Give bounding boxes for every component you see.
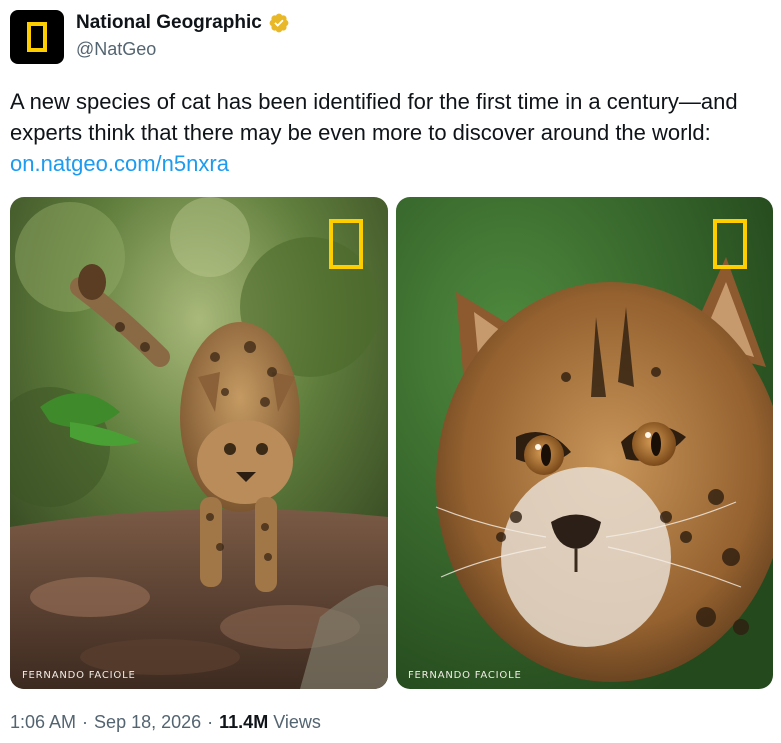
- national-geographic-watermark-icon: [329, 219, 363, 269]
- verified-badge-icon[interactable]: [268, 12, 290, 34]
- tweet-time[interactable]: 1:06 AM: [10, 712, 76, 733]
- views-count[interactable]: 11.4M: [219, 712, 268, 733]
- wild-cat-closeup-image: [396, 197, 773, 689]
- media-photo-1[interactable]: FERNANDO FACIOLE: [10, 197, 388, 689]
- tweet-date[interactable]: Sep 18, 2026: [94, 712, 201, 733]
- tweet-body: A new species of cat has been identified…: [10, 89, 738, 145]
- tweet-meta: 1:06 AM · Sep 18, 2026 · 11.4M Views: [10, 712, 321, 733]
- national-geographic-watermark-icon: [713, 219, 747, 269]
- author-handle[interactable]: @NatGeo: [76, 39, 156, 60]
- avatar[interactable]: [10, 10, 64, 64]
- views-label: Views: [268, 712, 321, 733]
- author-name-row: National Geographic: [76, 12, 290, 34]
- media-photo-2[interactable]: FERNANDO FACIOLE: [396, 197, 773, 689]
- tweet-link[interactable]: on.natgeo.com/n5nxra: [10, 151, 229, 176]
- tweet-card: National Geographic @NatGeo A new specie…: [0, 0, 781, 743]
- author-display-name[interactable]: National Geographic: [76, 12, 262, 34]
- wild-cat-walking-image: [10, 197, 388, 689]
- views-label-text: Views: [273, 712, 321, 732]
- meta-separator: ·: [207, 712, 214, 732]
- photo-credit: FERNANDO FACIOLE: [22, 670, 136, 681]
- national-geographic-logo-icon: [27, 22, 47, 52]
- meta-separator: ·: [82, 712, 89, 732]
- tweet-text: A new species of cat has been identified…: [10, 86, 770, 179]
- photo-credit: FERNANDO FACIOLE: [408, 670, 522, 681]
